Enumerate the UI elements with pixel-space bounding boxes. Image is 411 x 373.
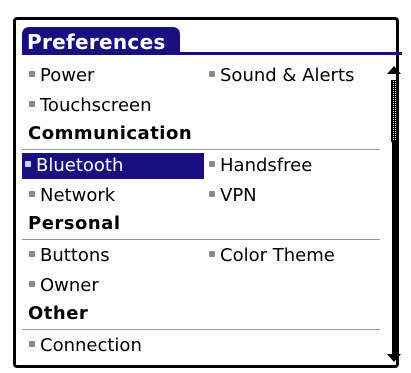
item-power[interactable]: Power [26,63,94,89]
bullet-icon [29,341,35,347]
item-sound-alerts[interactable]: Sound & Alerts [206,63,354,89]
section-other: Other [28,303,89,324]
item-bluetooth[interactable]: Bluetooth [22,153,204,179]
item-label: Color Theme [220,245,335,266]
item-vpn[interactable]: VPN [206,183,257,209]
section-divider [22,329,380,330]
bullet-icon [209,71,215,77]
app-title: Preferences [27,30,166,54]
item-network[interactable]: Network [26,183,115,209]
bullet-icon [25,161,31,167]
item-label: Power [40,65,95,86]
bullet-icon [209,161,215,167]
section-personal: Personal [28,213,121,234]
item-buttons[interactable]: Buttons [26,243,110,269]
item-owner[interactable]: Owner [26,273,99,299]
scrollbar-thumb[interactable] [391,80,397,142]
item-label: Sound & Alerts [220,65,355,86]
bullet-icon [29,71,35,77]
section-communication: Communication [28,123,193,144]
bullet-icon [29,191,35,197]
bullet-icon [29,251,35,257]
item-label: Touchscreen [40,95,152,116]
bullet-icon [209,251,215,257]
item-label: Handsfree [220,155,313,176]
bullet-icon [29,281,35,287]
bullet-icon [29,101,35,107]
scroll-up-arrow-icon[interactable] [387,66,401,74]
item-label: Connection [40,335,142,356]
scrollbar-track[interactable] [392,142,396,354]
item-label: Bluetooth [36,155,124,176]
section-divider [22,239,380,240]
scroll-down-arrow-icon[interactable] [387,354,401,362]
title-underline [22,52,402,55]
bullet-icon [209,191,215,197]
item-label: Buttons [40,245,110,266]
item-label: Owner [40,275,99,296]
item-label: Network [40,185,116,206]
item-color-theme[interactable]: Color Theme [206,243,335,269]
item-handsfree[interactable]: Handsfree [206,153,312,179]
item-touchscreen[interactable]: Touchscreen [26,93,152,119]
section-divider [22,149,380,150]
item-label: VPN [220,185,257,206]
item-connection[interactable]: Connection [26,333,142,359]
